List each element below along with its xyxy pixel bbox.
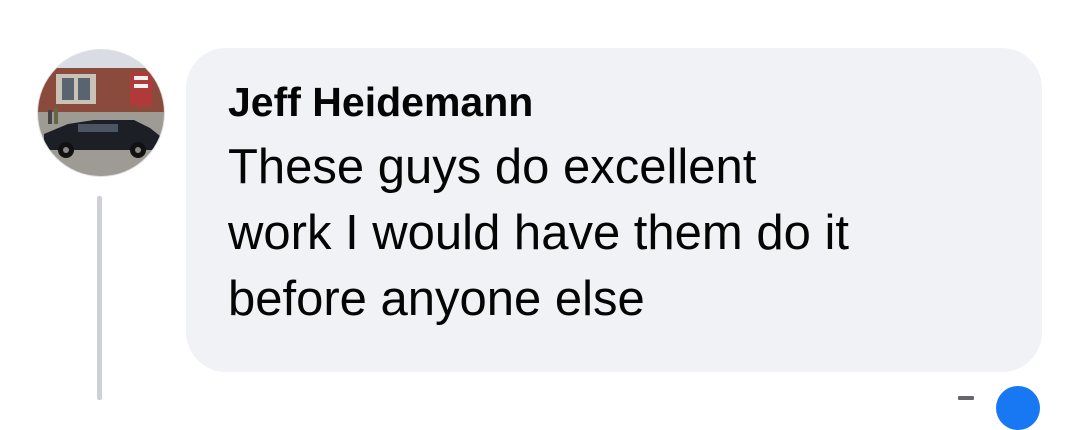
like-reaction-icon[interactable] [996, 386, 1040, 430]
comment-bubble: Jeff Heidemann These guys do excellent w… [186, 48, 1042, 372]
comment-author-name[interactable]: Jeff Heidemann [228, 78, 1002, 126]
comment-text: These guys do excellent work I would hav… [228, 140, 849, 326]
comment-action-fragment [958, 396, 974, 400]
reply-thread-line [97, 196, 102, 400]
limousine-photo-icon [38, 50, 164, 176]
author-avatar[interactable] [38, 50, 164, 176]
